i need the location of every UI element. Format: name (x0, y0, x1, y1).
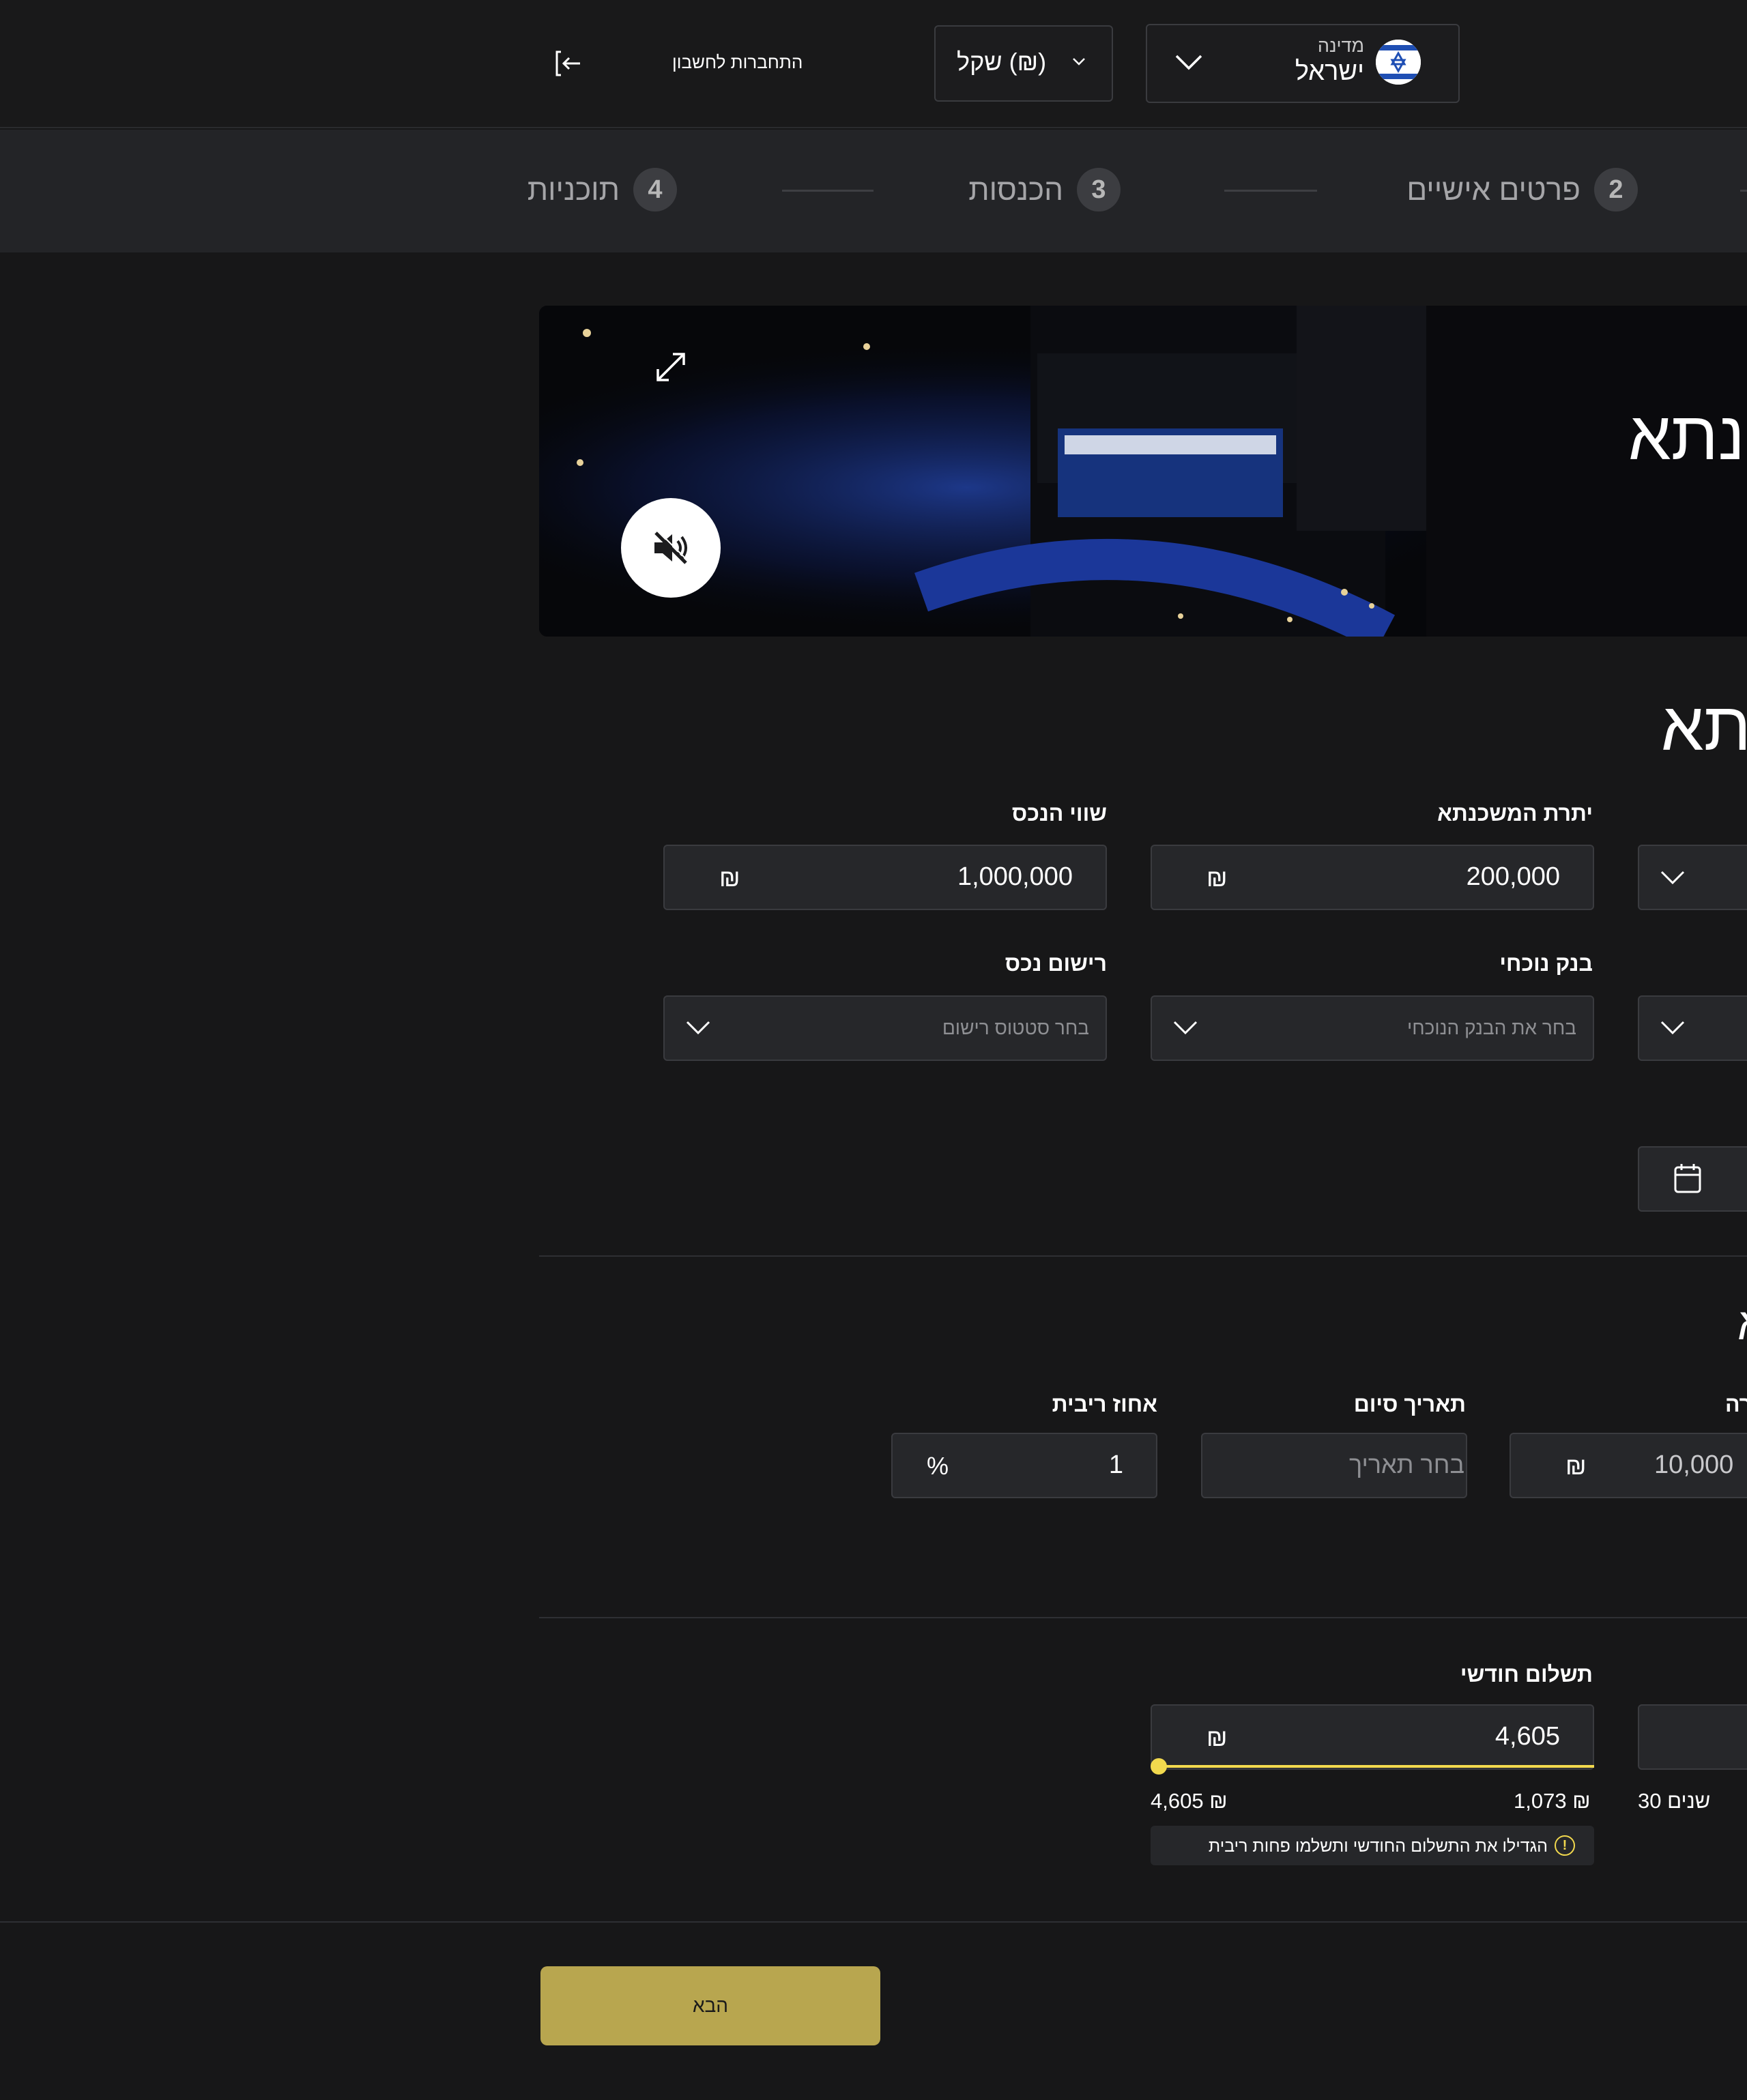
chevron-down-icon (1172, 1019, 1198, 1039)
step-number-3: 3 (1077, 168, 1121, 212)
shekel-icon: ₪ (1565, 1452, 1587, 1480)
step-label-personal-details[interactable]: פרטים אישיים (1406, 173, 1580, 207)
step-connector (1740, 190, 1747, 192)
section-title: תא (1661, 688, 1747, 765)
amount-value: 10,000 (1654, 1450, 1734, 1479)
step-number-4: 4 (633, 168, 677, 212)
interest-rate-label: אחוז ריבית (1052, 1392, 1157, 1416)
calendar-icon[interactable] (1673, 1163, 1702, 1197)
login-icon[interactable] (553, 48, 584, 83)
mortgage-balance-text: 200,000 (1466, 862, 1560, 891)
step-connector (1224, 190, 1317, 192)
loan-term-field[interactable] (1638, 1704, 1747, 1770)
property-value-text: 1,000,000 (957, 862, 1073, 891)
monthly-payment-slider-handle[interactable] (1151, 1758, 1167, 1775)
mortgage-balance-label: יתרת המשכנתא (1437, 801, 1593, 826)
country-label: מדינה (1317, 35, 1364, 56)
info-icon: ! (1555, 1835, 1575, 1856)
shekel-icon: ₪ (1207, 864, 1228, 892)
property-registration-label: רישום נכס (1005, 951, 1107, 976)
chevron-down-icon (1174, 52, 1204, 76)
partial-select-field[interactable] (1638, 845, 1747, 910)
video-title: נתא (1628, 398, 1745, 474)
monthly-payment-slider-track[interactable] (1156, 1765, 1594, 1768)
shekel-icon: ₪ (719, 864, 740, 892)
currency-value: (₪) שקל (957, 48, 1047, 76)
partial-select-field[interactable] (1638, 995, 1747, 1061)
chevron-down-icon (1660, 869, 1686, 889)
slider-min-label: 1,073 ₪ (1514, 1789, 1591, 1813)
step-number-2: 2 (1594, 168, 1638, 212)
current-bank-label: בנק נוכחי (1499, 951, 1593, 976)
section-divider (539, 1617, 1747, 1618)
mute-button[interactable] (621, 498, 721, 598)
country-value: ישראל (1295, 57, 1364, 86)
chevron-down-icon (685, 1019, 711, 1039)
property-value-label: שווי הנכס (1011, 801, 1107, 826)
footer-divider (0, 1921, 1747, 1923)
expand-icon[interactable] (654, 350, 688, 388)
property-registration-placeholder: בחר סטטוס רישום (942, 1017, 1089, 1038)
current-bank-placeholder: בחר את הבנק הנוכחי (1406, 1017, 1576, 1038)
percent-icon: % (927, 1452, 949, 1480)
promo-video[interactable] (539, 306, 1747, 637)
hint-text: הגדילו את התשלום החודשי ותשלמו פחות ריבי… (1208, 1837, 1548, 1856)
shekel-icon: ₪ (1207, 1723, 1228, 1751)
step-label-income[interactable]: הכנסות (968, 173, 1063, 207)
partial-heading: א (1737, 1298, 1747, 1350)
step-connector (782, 190, 874, 192)
slider-max-label: 4,605 ₪ (1151, 1789, 1228, 1813)
next-button[interactable]: הבא (540, 1966, 880, 2045)
step-label-plans[interactable]: תוכניות (528, 173, 620, 207)
monthly-payment-value: 4,605 (1495, 1722, 1560, 1751)
end-date-placeholder: בחר תאריך (1348, 1450, 1464, 1478)
monthly-payment-label: תשלום חודשי (1460, 1662, 1593, 1687)
loan-term-label: 30 שנים (1638, 1789, 1711, 1813)
login-link[interactable]: התחברות לחשבון (672, 52, 803, 73)
end-date-label: תאריך סיום (1353, 1392, 1466, 1416)
partial-amount-label: רה (1725, 1392, 1747, 1416)
israel-flag-icon (1376, 40, 1421, 85)
chevron-down-icon (1071, 56, 1086, 70)
chevron-down-icon (1660, 1019, 1686, 1039)
interest-rate-value: 1 (1108, 1450, 1123, 1479)
top-header (0, 0, 1747, 128)
section-divider (539, 1255, 1747, 1257)
speaker-muted-icon (654, 530, 689, 564)
